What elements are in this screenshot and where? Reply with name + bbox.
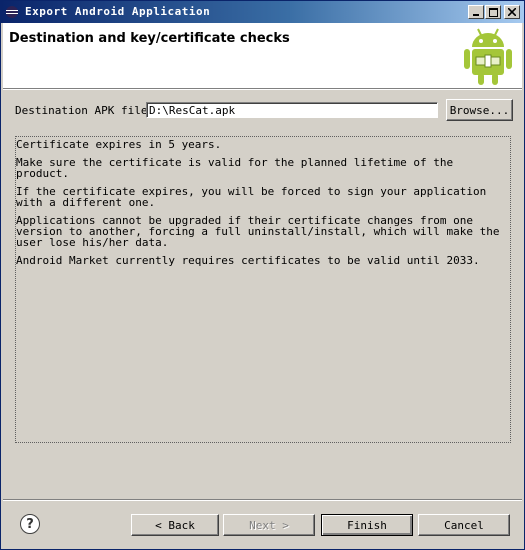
window-title: Export Android Application (25, 5, 211, 18)
message-line: Make sure the certificate is valid for t… (16, 156, 454, 180)
close-icon (508, 8, 516, 16)
message-line: Applications cannot be upgraded if their… (16, 214, 500, 249)
close-button[interactable] (504, 5, 520, 19)
finish-button[interactable]: Finish (321, 514, 413, 536)
help-icon[interactable]: ? (20, 514, 40, 534)
header-divider (3, 89, 522, 90)
destination-label: Destination APK file: (15, 104, 155, 117)
maximize-button[interactable] (485, 5, 501, 19)
minimize-button[interactable] (468, 5, 484, 19)
back-button[interactable]: < Back (131, 514, 219, 536)
minimize-icon (473, 14, 479, 16)
maximize-icon (488, 7, 498, 17)
footer-divider-highlight (3, 500, 522, 501)
message-line: If the certificate expires, you will be … (16, 185, 487, 209)
message-line: Android Market currently requires certif… (16, 254, 480, 267)
message-line: Certificate expires in 5 years. (16, 138, 222, 151)
cancel-button[interactable]: Cancel (418, 514, 510, 536)
next-button[interactable]: Next > (223, 514, 315, 536)
certificate-messages-panel: Certificate expires in 5 years. Make sur… (15, 136, 511, 443)
wizard-header: Destination and key/certificate checks (3, 23, 522, 89)
destination-apk-input[interactable]: D:\ResCat.apk (146, 102, 438, 118)
eclipse-icon (6, 6, 18, 18)
title-bar: Export Android Application (1, 1, 524, 23)
browse-button[interactable]: Browse... (446, 99, 513, 121)
android-logo-icon (464, 28, 512, 85)
export-dialog: Export Android Application Destination a… (0, 0, 525, 550)
page-title: Destination and key/certificate checks (9, 31, 290, 46)
